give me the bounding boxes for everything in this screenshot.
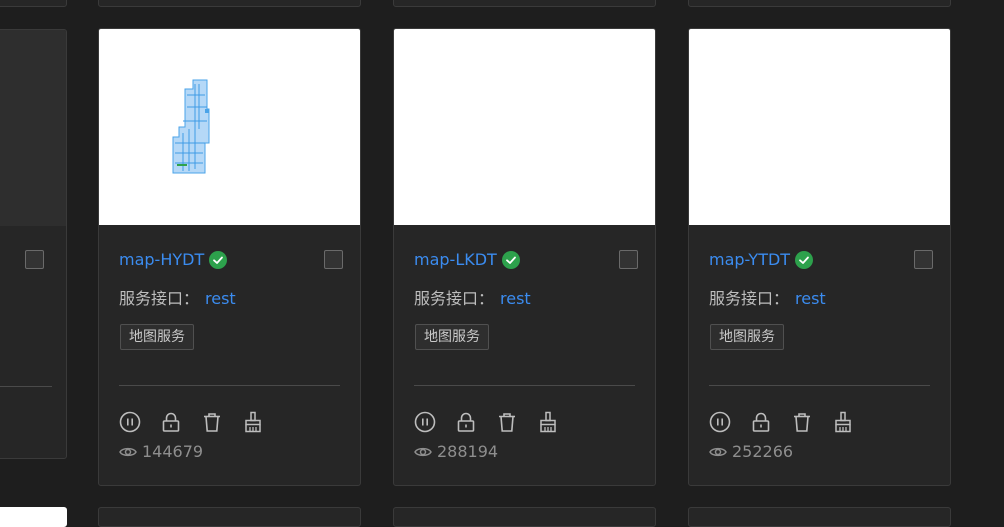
card-thumbnail xyxy=(0,30,66,226)
card-below-stub xyxy=(98,507,361,527)
eye-icon xyxy=(414,447,432,457)
select-checkbox[interactable] xyxy=(619,250,638,269)
partial-card-left xyxy=(0,29,67,459)
verified-check-icon xyxy=(795,251,814,269)
select-checkbox[interactable] xyxy=(914,250,933,269)
card-divider xyxy=(119,385,340,386)
map-preview-thumbnail[interactable] xyxy=(689,29,950,225)
eye-icon xyxy=(119,447,137,457)
card-title-row: map-LKDT xyxy=(414,249,520,271)
lock-icon xyxy=(457,412,475,432)
card-divider xyxy=(0,386,52,387)
brush-icon xyxy=(540,411,556,433)
service-interface-label: 服务接口： xyxy=(119,289,200,308)
card-above-stub xyxy=(393,0,656,7)
view-count-value: 144679 xyxy=(142,442,204,461)
view-count: 252266 xyxy=(709,441,793,463)
card-divider xyxy=(709,385,930,386)
service-interface-row: 服务接口： rest xyxy=(119,288,236,310)
delete-button[interactable] xyxy=(496,411,518,433)
brush-icon xyxy=(835,411,851,433)
trash-icon xyxy=(794,413,810,432)
card-actions xyxy=(709,411,873,433)
map-name-link[interactable]: map-LKDT xyxy=(414,249,497,271)
map-card[interactable]: map-HYDT 服务接口： rest 地图服务 144679 xyxy=(98,28,361,486)
service-interface-label: 服务接口： xyxy=(709,289,790,308)
pause-icon xyxy=(709,411,731,433)
delete-button[interactable] xyxy=(791,411,813,433)
service-interface-value[interactable]: rest xyxy=(500,289,531,308)
view-count: 144679 xyxy=(119,441,203,463)
view-count: 288194 xyxy=(414,441,498,463)
service-interface-value[interactable]: rest xyxy=(795,289,826,308)
card-below-stub xyxy=(393,507,656,527)
card-actions xyxy=(119,411,283,433)
pause-button[interactable] xyxy=(414,411,436,433)
clean-cache-button[interactable] xyxy=(832,411,854,433)
card-divider xyxy=(414,385,635,386)
verified-check-icon xyxy=(501,251,520,269)
card-above-stub xyxy=(98,0,361,7)
card-above-stub xyxy=(0,0,67,7)
view-count-value: 252266 xyxy=(732,442,794,461)
category-tag: 地图服务 xyxy=(120,324,194,350)
lock-icon xyxy=(162,412,180,432)
category-tag: 地图服务 xyxy=(415,324,489,350)
verified-check-icon xyxy=(209,251,228,269)
brush-icon xyxy=(245,411,261,433)
map-card[interactable]: map-YTDT 服务接口： rest 地图服务 252266 xyxy=(688,28,951,486)
delete-button[interactable] xyxy=(201,411,223,433)
map-preview-thumbnail[interactable] xyxy=(99,29,360,225)
map-preview-thumbnail[interactable] xyxy=(394,29,655,225)
select-checkbox[interactable] xyxy=(25,250,44,269)
card-above-stub xyxy=(688,0,951,7)
pause-icon xyxy=(119,411,141,433)
service-interface-row: 服务接口： rest xyxy=(709,288,826,310)
card-title-row: map-YTDT xyxy=(709,249,814,271)
trash-icon xyxy=(204,413,220,432)
eye-icon xyxy=(709,447,727,457)
lock-button[interactable] xyxy=(750,411,772,433)
card-title-row: map-HYDT xyxy=(119,249,228,271)
map-name-link[interactable]: map-HYDT xyxy=(119,249,204,271)
clean-cache-button[interactable] xyxy=(537,411,559,433)
lock-button[interactable] xyxy=(160,411,182,433)
pause-button[interactable] xyxy=(119,411,141,433)
service-interface-value[interactable]: rest xyxy=(205,289,236,308)
pause-icon xyxy=(414,411,436,433)
map-card[interactable]: map-LKDT 服务接口： rest 地图服务 288194 xyxy=(393,28,656,486)
partial-logo-shape xyxy=(0,30,48,226)
lock-icon xyxy=(752,412,770,432)
map-name-link[interactable]: map-YTDT xyxy=(709,249,790,271)
select-checkbox[interactable] xyxy=(324,250,343,269)
pause-button[interactable] xyxy=(709,411,731,433)
service-interface-row: 服务接口： rest xyxy=(414,288,531,310)
view-count-value: 288194 xyxy=(437,442,499,461)
lock-button[interactable] xyxy=(455,411,477,433)
service-interface-label: 服务接口： xyxy=(414,289,495,308)
card-below-stub xyxy=(688,507,951,527)
category-tag: 地图服务 xyxy=(710,324,784,350)
clean-cache-button[interactable] xyxy=(242,411,264,433)
card-below-stub xyxy=(0,507,67,527)
map-preview-image xyxy=(172,79,210,174)
card-actions xyxy=(414,411,578,433)
trash-icon xyxy=(499,413,515,432)
